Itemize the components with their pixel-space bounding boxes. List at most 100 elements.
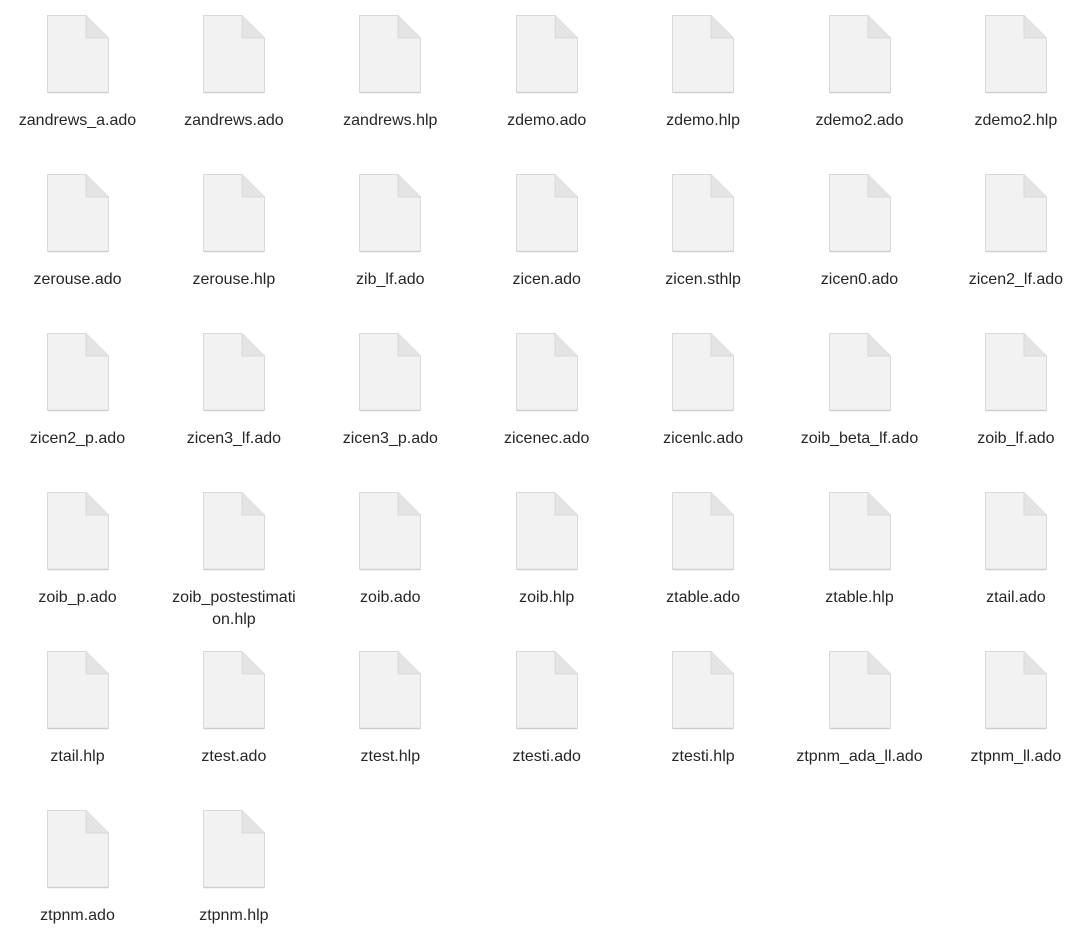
- file-item[interactable]: ztable.hlp: [782, 477, 938, 627]
- file-item[interactable]: ztail.ado: [938, 477, 1080, 627]
- file-item[interactable]: ztpnm.hlp: [156, 795, 312, 945]
- document-icon: [828, 14, 892, 94]
- file-name-label: ztesti.hlp: [671, 748, 735, 765]
- file-item[interactable]: zdemo.hlp: [625, 0, 781, 150]
- file-name-label: ztpnm.hlp: [199, 907, 269, 924]
- document-icon: [202, 173, 266, 253]
- file-name-label: zicenec.ado: [503, 430, 590, 447]
- document-icon: [828, 650, 892, 730]
- file-item[interactable]: zandrews_a.ado: [0, 0, 156, 150]
- document-icon: [515, 173, 579, 253]
- document-icon: [46, 650, 110, 730]
- file-name-label: zoib.hlp: [519, 589, 575, 606]
- file-item[interactable]: zandrews.ado: [156, 0, 312, 150]
- file-name-label: ztable.ado: [666, 589, 741, 606]
- file-item[interactable]: ztest.hlp: [312, 636, 468, 786]
- document-icon: [984, 650, 1048, 730]
- file-name-label: zib_lf.ado: [356, 271, 425, 288]
- file-item[interactable]: zicen.ado: [469, 159, 625, 309]
- document-icon: [984, 14, 1048, 94]
- document-icon: [46, 491, 110, 571]
- document-icon: [358, 173, 422, 253]
- file-item[interactable]: zerouse.hlp: [156, 159, 312, 309]
- file-name-label: zandrews.hlp: [343, 112, 438, 129]
- file-name-label: zicen.sthlp: [665, 271, 741, 288]
- file-item[interactable]: zicen3_p.ado: [312, 318, 468, 468]
- file-item[interactable]: zoib_p.ado: [0, 477, 156, 627]
- file-item[interactable]: zicen.sthlp: [625, 159, 781, 309]
- file-item[interactable]: zoib_postestimati on.hlp: [156, 477, 312, 628]
- document-icon: [202, 14, 266, 94]
- file-item[interactable]: zandrews.hlp: [312, 0, 468, 150]
- file-item[interactable]: zoib.hlp: [469, 477, 625, 627]
- file-item[interactable]: zicen3_lf.ado: [156, 318, 312, 468]
- file-name-label: zandrews.ado: [184, 112, 284, 129]
- document-icon: [358, 332, 422, 412]
- document-icon: [46, 173, 110, 253]
- file-item[interactable]: zicenec.ado: [469, 318, 625, 468]
- file-icon-grid: zandrews_a.ado zandrews.ado zandrews.hlp zd…: [0, 0, 1080, 939]
- file-item[interactable]: ztest.ado: [156, 636, 312, 786]
- document-icon: [828, 332, 892, 412]
- file-name-label: zoib.ado: [360, 589, 421, 606]
- document-icon: [984, 332, 1048, 412]
- file-name-label: zicen0.ado: [820, 271, 899, 288]
- file-name-label: zoib_postestimati on.hlp: [166, 587, 302, 631]
- file-item[interactable]: zicen0.ado: [782, 159, 938, 309]
- file-item[interactable]: zoib_beta_lf.ado: [782, 318, 938, 468]
- file-name-label: ztest.hlp: [360, 748, 421, 765]
- file-item[interactable]: ztesti.ado: [469, 636, 625, 786]
- document-icon: [828, 491, 892, 571]
- file-item[interactable]: zoib.ado: [312, 477, 468, 627]
- file-name-label: zdemo.ado: [507, 112, 587, 129]
- document-icon: [202, 491, 266, 571]
- document-icon: [515, 650, 579, 730]
- file-name-label: zicen.ado: [512, 271, 581, 288]
- file-item[interactable]: ztpnm_ll.ado: [938, 636, 1080, 786]
- file-item[interactable]: ztpnm_ada_ll.ado: [782, 636, 938, 786]
- file-name-label: ztpnm.ado: [40, 907, 115, 924]
- file-item[interactable]: ztesti.hlp: [625, 636, 781, 786]
- file-name-label: ztail.ado: [986, 589, 1046, 606]
- file-item[interactable]: zdemo2.hlp: [938, 0, 1080, 150]
- file-name-label: zdemo2.hlp: [974, 112, 1058, 129]
- file-name-label: zicen3_lf.ado: [186, 430, 282, 447]
- file-item[interactable]: zicenlc.ado: [625, 318, 781, 468]
- file-item[interactable]: zib_lf.ado: [312, 159, 468, 309]
- file-item[interactable]: zerouse.ado: [0, 159, 156, 309]
- file-item[interactable]: zdemo.ado: [469, 0, 625, 150]
- document-icon: [671, 14, 735, 94]
- document-icon: [984, 491, 1048, 571]
- file-name-label: zicen3_p.ado: [342, 430, 438, 447]
- document-icon: [358, 650, 422, 730]
- file-item[interactable]: ztpnm.ado: [0, 795, 156, 945]
- document-icon: [46, 809, 110, 889]
- document-icon: [515, 332, 579, 412]
- document-icon: [984, 173, 1048, 253]
- file-name-line: on.hlp: [212, 611, 256, 628]
- file-name-label: zoib_lf.ado: [977, 430, 1055, 447]
- file-name-label: ztpnm_ll.ado: [970, 748, 1062, 765]
- document-icon: [671, 173, 735, 253]
- document-icon: [202, 650, 266, 730]
- file-item[interactable]: zdemo2.ado: [782, 0, 938, 150]
- document-icon: [46, 14, 110, 94]
- file-item[interactable]: ztable.ado: [625, 477, 781, 627]
- file-name-label: zicen2_p.ado: [29, 430, 126, 447]
- document-icon: [358, 491, 422, 571]
- file-name-label: ztesti.ado: [512, 748, 581, 765]
- file-item[interactable]: zicen2_p.ado: [0, 318, 156, 468]
- file-name-label: zdemo.hlp: [666, 112, 740, 129]
- file-item[interactable]: zicen2_lf.ado: [938, 159, 1080, 309]
- file-item[interactable]: zoib_lf.ado: [938, 318, 1080, 468]
- document-icon: [671, 650, 735, 730]
- file-name-label: zoib_p.ado: [38, 589, 117, 606]
- file-item[interactable]: ztail.hlp: [0, 636, 156, 786]
- file-name-label: ztable.hlp: [825, 589, 894, 606]
- document-icon: [46, 332, 110, 412]
- document-icon: [515, 14, 579, 94]
- file-name-label: zicenlc.ado: [663, 430, 744, 447]
- document-icon: [202, 809, 266, 889]
- file-name-label: zdemo2.ado: [815, 112, 904, 129]
- document-icon: [671, 332, 735, 412]
